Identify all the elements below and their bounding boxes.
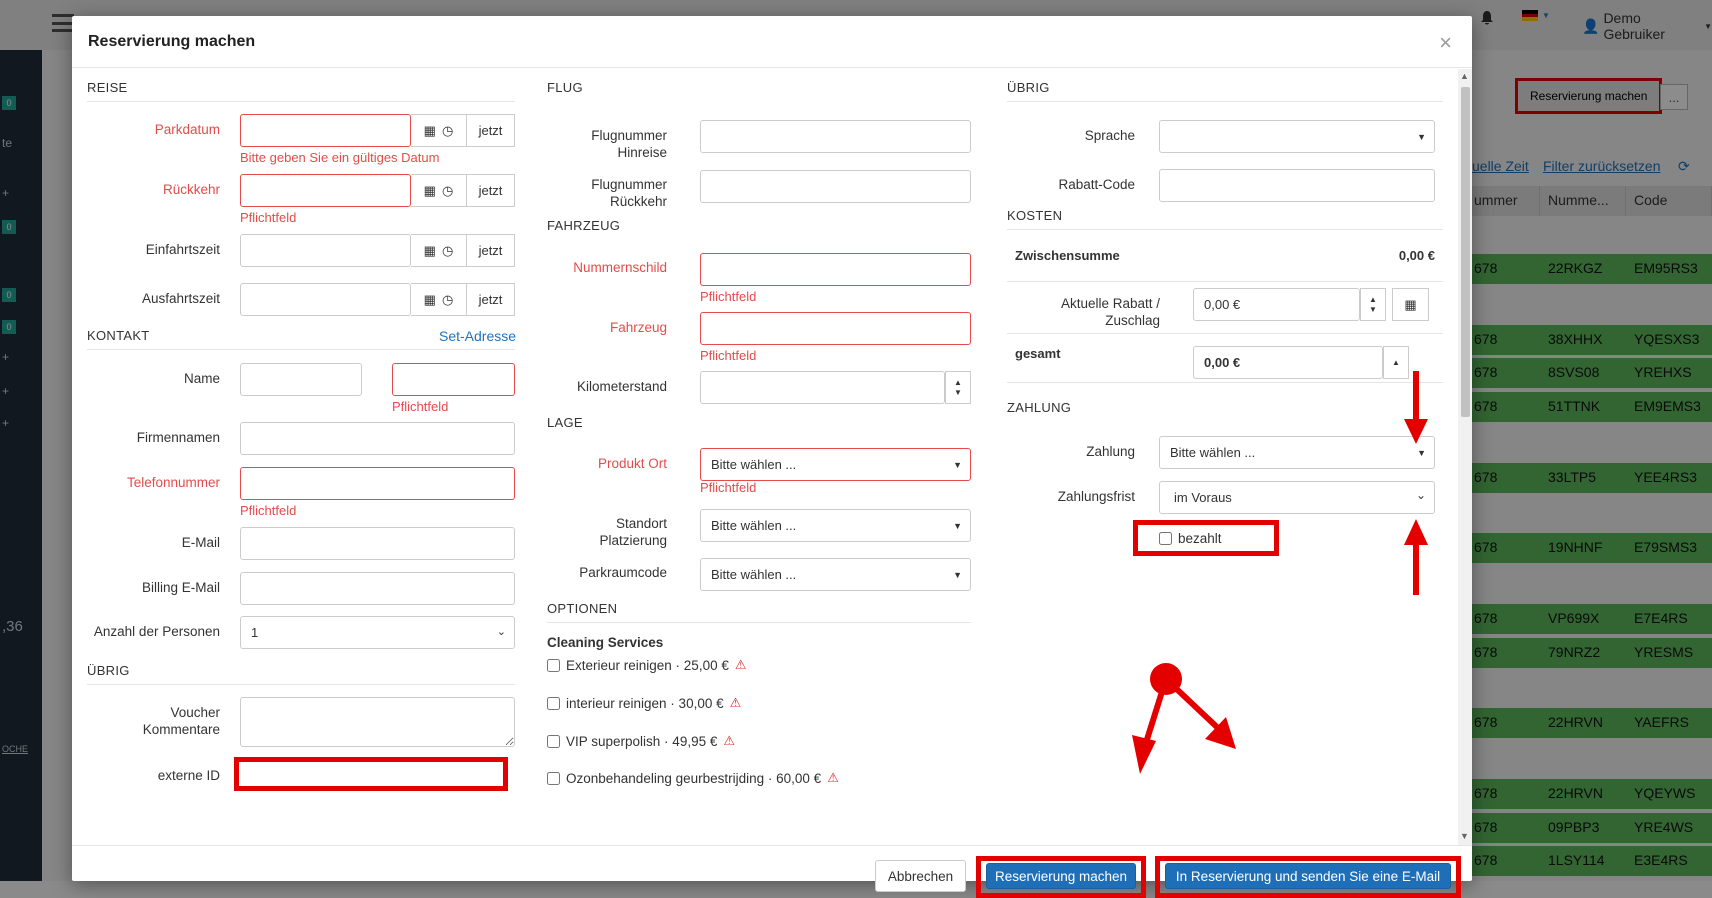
annotation-arrows [1132, 371, 1428, 774]
cancel-button[interactable]: Abbrechen [875, 860, 966, 892]
modal-scrollbar[interactable]: ▲ ▼ [1458, 69, 1472, 845]
save-button[interactable]: Reservierung machen [986, 863, 1136, 889]
modal-body: REISE Parkdatum ▦ ◷ jetzt Bitte geben Sie… [72, 69, 1458, 845]
close-icon[interactable]: × [1439, 30, 1452, 56]
reservation-modal: Reservierung machen × REISE Parkdatum ▦ ◷… [72, 16, 1472, 898]
scroll-thumb[interactable] [1461, 87, 1470, 417]
modal-footer: Abbrechen Reservierung machen In Reservi… [72, 845, 1472, 898]
modal-title: Reservierung machen [88, 32, 256, 50]
scroll-up-icon[interactable]: ▲ [1460, 71, 1469, 81]
modal-header: Reservierung machen [72, 16, 1472, 68]
scroll-down-icon[interactable]: ▼ [1460, 831, 1469, 841]
save-and-email-button[interactable]: In Reservierung und senden Sie eine E-Ma… [1165, 863, 1451, 889]
